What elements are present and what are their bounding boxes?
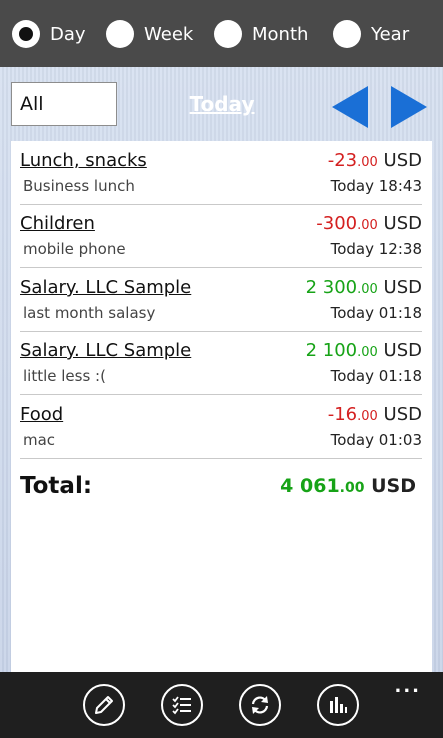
sync-icon [251, 696, 269, 714]
transaction-row[interactable]: Salary. LLC Sample little less :( 2 100.… [20, 331, 422, 395]
transaction-row[interactable]: Children mobile phone -300.00 USD Today … [20, 204, 422, 268]
amount-main: -16 [327, 404, 358, 425]
transaction-row[interactable]: Lunch, snacks Business lunch -23.00 USD … [20, 141, 422, 205]
list-button[interactable] [161, 684, 203, 726]
chart-icon [330, 697, 347, 713]
transaction-time: Today 01:18 [330, 367, 422, 385]
period-radio-day[interactable]: Day [12, 18, 86, 50]
transaction-note: mac [23, 431, 56, 449]
currency: USD [383, 150, 422, 171]
transaction-title[interactable]: Food [20, 404, 63, 425]
transaction-time: Today 18:43 [330, 177, 422, 195]
amount-main: -23 [327, 150, 358, 171]
amount-cents: .00 [357, 409, 378, 424]
period-label: Day [50, 23, 86, 45]
transaction-note: mobile phone [23, 240, 126, 258]
amount-cents: .00 [357, 155, 378, 170]
total-amount: 4 061.00 USD [280, 475, 416, 497]
period-label: Year [371, 23, 410, 45]
transaction-amount: -300.00 USD [316, 213, 422, 234]
radio-unselected-icon [106, 20, 134, 48]
transaction-row[interactable]: Food mac -16.00 USD Today 01:03 [20, 395, 422, 459]
transaction-title[interactable]: Salary. LLC Sample [20, 277, 191, 298]
amount-cents: .00 [357, 218, 378, 233]
edit-icon [95, 696, 113, 714]
amount-cents: .00 [357, 282, 378, 297]
currency: USD [383, 340, 422, 361]
total-amount-main: 4 061 [280, 475, 340, 497]
date-link[interactable]: Today [160, 92, 284, 116]
transaction-note: little less :( [23, 367, 106, 385]
period-label: Month [252, 23, 309, 45]
transaction-time: Today 01:03 [330, 431, 422, 449]
total-label: Total: [20, 473, 93, 499]
currency: USD [383, 404, 422, 425]
transaction-amount: 2 100.00 USD [306, 340, 422, 361]
transaction-time: Today 12:38 [330, 240, 422, 258]
radio-unselected-icon [333, 20, 361, 48]
more-menu-button[interactable]: ... [394, 676, 421, 697]
arrow-left-icon[interactable] [330, 84, 370, 130]
transaction-note: Business lunch [23, 177, 135, 195]
radio-selected-icon [12, 20, 40, 48]
transaction-amount: -16.00 USD [328, 404, 422, 425]
transaction-amount: 2 300.00 USD [306, 277, 422, 298]
app-bar: ... [0, 672, 443, 738]
currency: USD [383, 277, 422, 298]
list-icon [172, 696, 191, 715]
transaction-row[interactable]: Salary. LLC Sample last month salasy 2 3… [20, 268, 422, 332]
period-label: Week [144, 23, 194, 45]
arrow-right-icon[interactable] [389, 84, 429, 130]
amount-cents: .00 [357, 345, 378, 360]
sync-button[interactable] [239, 684, 281, 726]
transaction-title[interactable]: Salary. LLC Sample [20, 340, 191, 361]
amount-main: 2 300 [305, 277, 358, 298]
period-radio-year[interactable]: Year [333, 18, 409, 50]
chart-button[interactable] [317, 684, 359, 726]
transaction-time: Today 01:18 [330, 304, 422, 322]
period-selector: Day Week Month Year [0, 0, 443, 67]
edit-button[interactable] [83, 684, 125, 726]
transaction-note: last month salasy [23, 304, 156, 322]
period-radio-week[interactable]: Week [106, 18, 193, 50]
transaction-amount: -23.00 USD [328, 150, 422, 171]
total-amount-cents: .00 [339, 480, 365, 496]
amount-main: -300 [316, 213, 358, 234]
radio-unselected-icon [214, 20, 242, 48]
currency: USD [383, 213, 422, 234]
transactions-panel: Lunch, snacks Business lunch -23.00 USD … [11, 141, 432, 672]
period-radio-month[interactable]: Month [214, 18, 308, 50]
transaction-title[interactable]: Children [20, 213, 95, 234]
total-currency: USD [371, 475, 416, 497]
category-filter-select[interactable]: All [11, 82, 117, 126]
transaction-title[interactable]: Lunch, snacks [20, 150, 147, 171]
amount-main: 2 100 [305, 340, 358, 361]
